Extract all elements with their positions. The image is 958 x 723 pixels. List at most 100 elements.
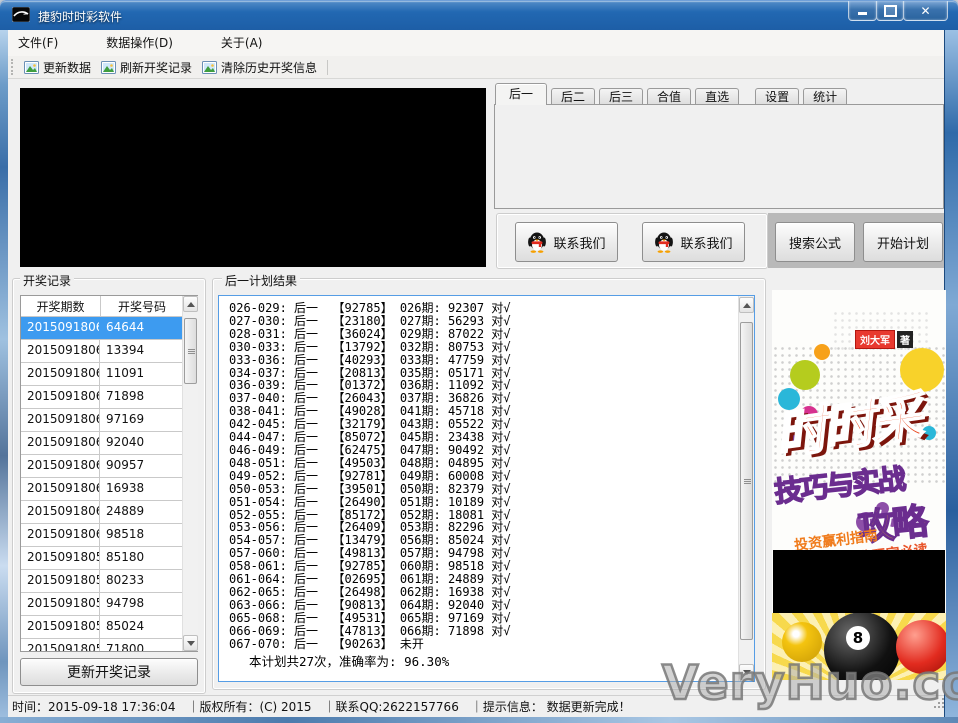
column-header-number[interactable]: 开奖号码: [101, 296, 183, 316]
tab-strip: 后一后二后三合值直选设置统计: [495, 83, 945, 105]
records-scrollbar[interactable]: [182, 296, 198, 651]
censor-bar: [773, 550, 945, 613]
table-row[interactable]: 2015091806098518: [21, 524, 197, 547]
table-cell: 20150918063: [21, 455, 100, 477]
window-border-bottom: [0, 717, 958, 723]
maximize-button[interactable]: [876, 1, 904, 21]
close-button[interactable]: ✕: [903, 1, 948, 21]
qq-penguin-icon: [654, 231, 674, 253]
table-cell: 20150918055: [21, 639, 100, 652]
records-table-body: 2015091806964644201509180681339420150918…: [21, 317, 197, 652]
contact-us-label: 联系我们: [553, 233, 605, 252]
table-row[interactable]: 2015091806597169: [21, 409, 197, 432]
update-data-button[interactable]: 更新数据: [20, 58, 97, 77]
table-cell: 13394: [100, 340, 183, 362]
refresh-records-button[interactable]: 刷新开奖记录: [97, 58, 198, 77]
plan-scrollbar-thumb[interactable]: [740, 322, 753, 640]
plan-text: 026-029: 后一 【92785】 026期: 92307 对√ 027-0…: [229, 302, 719, 650]
author-badge: 刘大军 著: [855, 330, 913, 349]
table-cell: 20150918057: [21, 593, 100, 615]
contact-us-button-1[interactable]: 联系我们: [515, 222, 618, 262]
author-mark: 著: [897, 331, 913, 348]
table-cell: 16938: [100, 478, 183, 500]
contact-us-label: 联系我们: [680, 233, 732, 252]
tab-zhi-xuan[interactable]: 直选: [695, 88, 739, 105]
tab-hou-er[interactable]: 后二: [551, 88, 595, 105]
plan-scrollbar[interactable]: [738, 296, 754, 681]
table-cell: 85180: [100, 547, 183, 569]
table-row[interactable]: 2015091805880233: [21, 570, 197, 593]
window-border-right: [944, 30, 958, 717]
table-row[interactable]: 2015091806964644: [21, 317, 197, 340]
table-row[interactable]: 2015091806711091: [21, 363, 197, 386]
contact-us-button-2[interactable]: 联系我们: [642, 222, 745, 262]
table-cell: 90957: [100, 455, 183, 477]
menu-data-operations[interactable]: 数据操作(D): [96, 32, 183, 54]
plan-group-label: 后一计划结果: [222, 272, 300, 289]
scroll-up-icon[interactable]: [739, 297, 754, 313]
table-cell: 71800: [100, 639, 183, 652]
plan-result-box[interactable]: 026-029: 后一 【92785】 026期: 92307 对√ 027-0…: [218, 295, 755, 682]
menu-file[interactable]: 文件(F): [8, 32, 68, 54]
table-cell: 80233: [100, 570, 183, 592]
table-row[interactable]: 2015091806390957: [21, 455, 197, 478]
column-header-issue[interactable]: 开奖期数: [21, 296, 101, 316]
records-table: 开奖期数 开奖号码 201509180696464420150918068133…: [20, 295, 198, 652]
table-cell: 20150918068: [21, 340, 100, 362]
tool-bar: 更新数据 刷新开奖记录 清除历史开奖信息: [8, 56, 944, 79]
table-cell: 71898: [100, 386, 183, 408]
tab-hou-yi[interactable]: 后一: [495, 83, 547, 105]
eight-ball-number: 8: [846, 626, 870, 650]
table-cell: 97169: [100, 409, 183, 431]
table-row[interactable]: 2015091806813394: [21, 340, 197, 363]
table-cell: 20150918065: [21, 409, 100, 431]
decor-blob: [790, 360, 820, 390]
table-cell: 20150918059: [21, 547, 100, 569]
table-row[interactable]: 2015091806671898: [21, 386, 197, 409]
start-plan-button[interactable]: 开始计划: [863, 222, 943, 262]
records-scrollbar-thumb[interactable]: [184, 318, 197, 384]
update-records-button[interactable]: 更新开奖记录: [20, 658, 198, 686]
tab-he-zhi[interactable]: 合值: [647, 88, 691, 105]
table-cell: 11091: [100, 363, 183, 385]
promo-poster: 刘大军 著 时时采 技巧与实战 攻略 投资赢利指南 职业玩家必读 8: [772, 290, 946, 680]
author-name: 刘大军: [855, 330, 895, 349]
minimize-button[interactable]: [848, 1, 877, 21]
tab-she-zhi[interactable]: 设置: [755, 88, 799, 105]
update-data-label: 更新数据: [43, 59, 91, 76]
search-formula-button[interactable]: 搜索公式: [775, 222, 855, 262]
table-row[interactable]: 2015091806492040: [21, 432, 197, 455]
table-row[interactable]: 2015091805794798: [21, 593, 197, 616]
table-row[interactable]: 2015091806124889: [21, 501, 197, 524]
table-cell: 98518: [100, 524, 183, 546]
refresh-records-label: 刷新开奖记录: [120, 59, 192, 76]
clear-history-label: 清除历史开奖信息: [221, 59, 317, 76]
scroll-up-icon[interactable]: [183, 296, 198, 312]
table-row[interactable]: 2015091806216938: [21, 478, 197, 501]
table-cell: 85024: [100, 616, 183, 638]
picture-icon: [202, 61, 217, 74]
tab-tong-ji[interactable]: 统计: [803, 88, 847, 105]
menu-bar: 文件(F) 数据操作(D) 关于(A): [8, 30, 944, 57]
menu-about[interactable]: 关于(A): [211, 32, 273, 54]
video-preview-area: [20, 88, 486, 267]
watermark: VeryHuo.com: [662, 656, 958, 711]
plan-summary: 本计划共27次，准确率为: 96.30%: [249, 651, 449, 670]
minimize-icon: [858, 12, 867, 15]
status-text: 时间：2015-09-18 17:36:04 ｜版权所有：(C) 2015 ｜联…: [12, 698, 631, 715]
table-cell: 20150918067: [21, 363, 100, 385]
table-row[interactable]: 2015091805685024: [21, 616, 197, 639]
table-cell: 20150918058: [21, 570, 100, 592]
scroll-down-icon[interactable]: [183, 635, 198, 651]
table-cell: 20150918061: [21, 501, 100, 523]
table-row[interactable]: 2015091805985180: [21, 547, 197, 570]
picture-icon: [101, 61, 116, 74]
window-title: 捷豹时时彩软件: [38, 8, 122, 25]
table-row[interactable]: 2015091805571800: [21, 639, 197, 652]
tab-hou-san[interactable]: 后三: [599, 88, 643, 105]
picture-icon: [24, 61, 39, 74]
table-cell: 20150918062: [21, 478, 100, 500]
clear-history-button[interactable]: 清除历史开奖信息: [198, 58, 323, 77]
resize-grip[interactable]: [934, 706, 936, 708]
close-icon: ✕: [920, 5, 930, 17]
